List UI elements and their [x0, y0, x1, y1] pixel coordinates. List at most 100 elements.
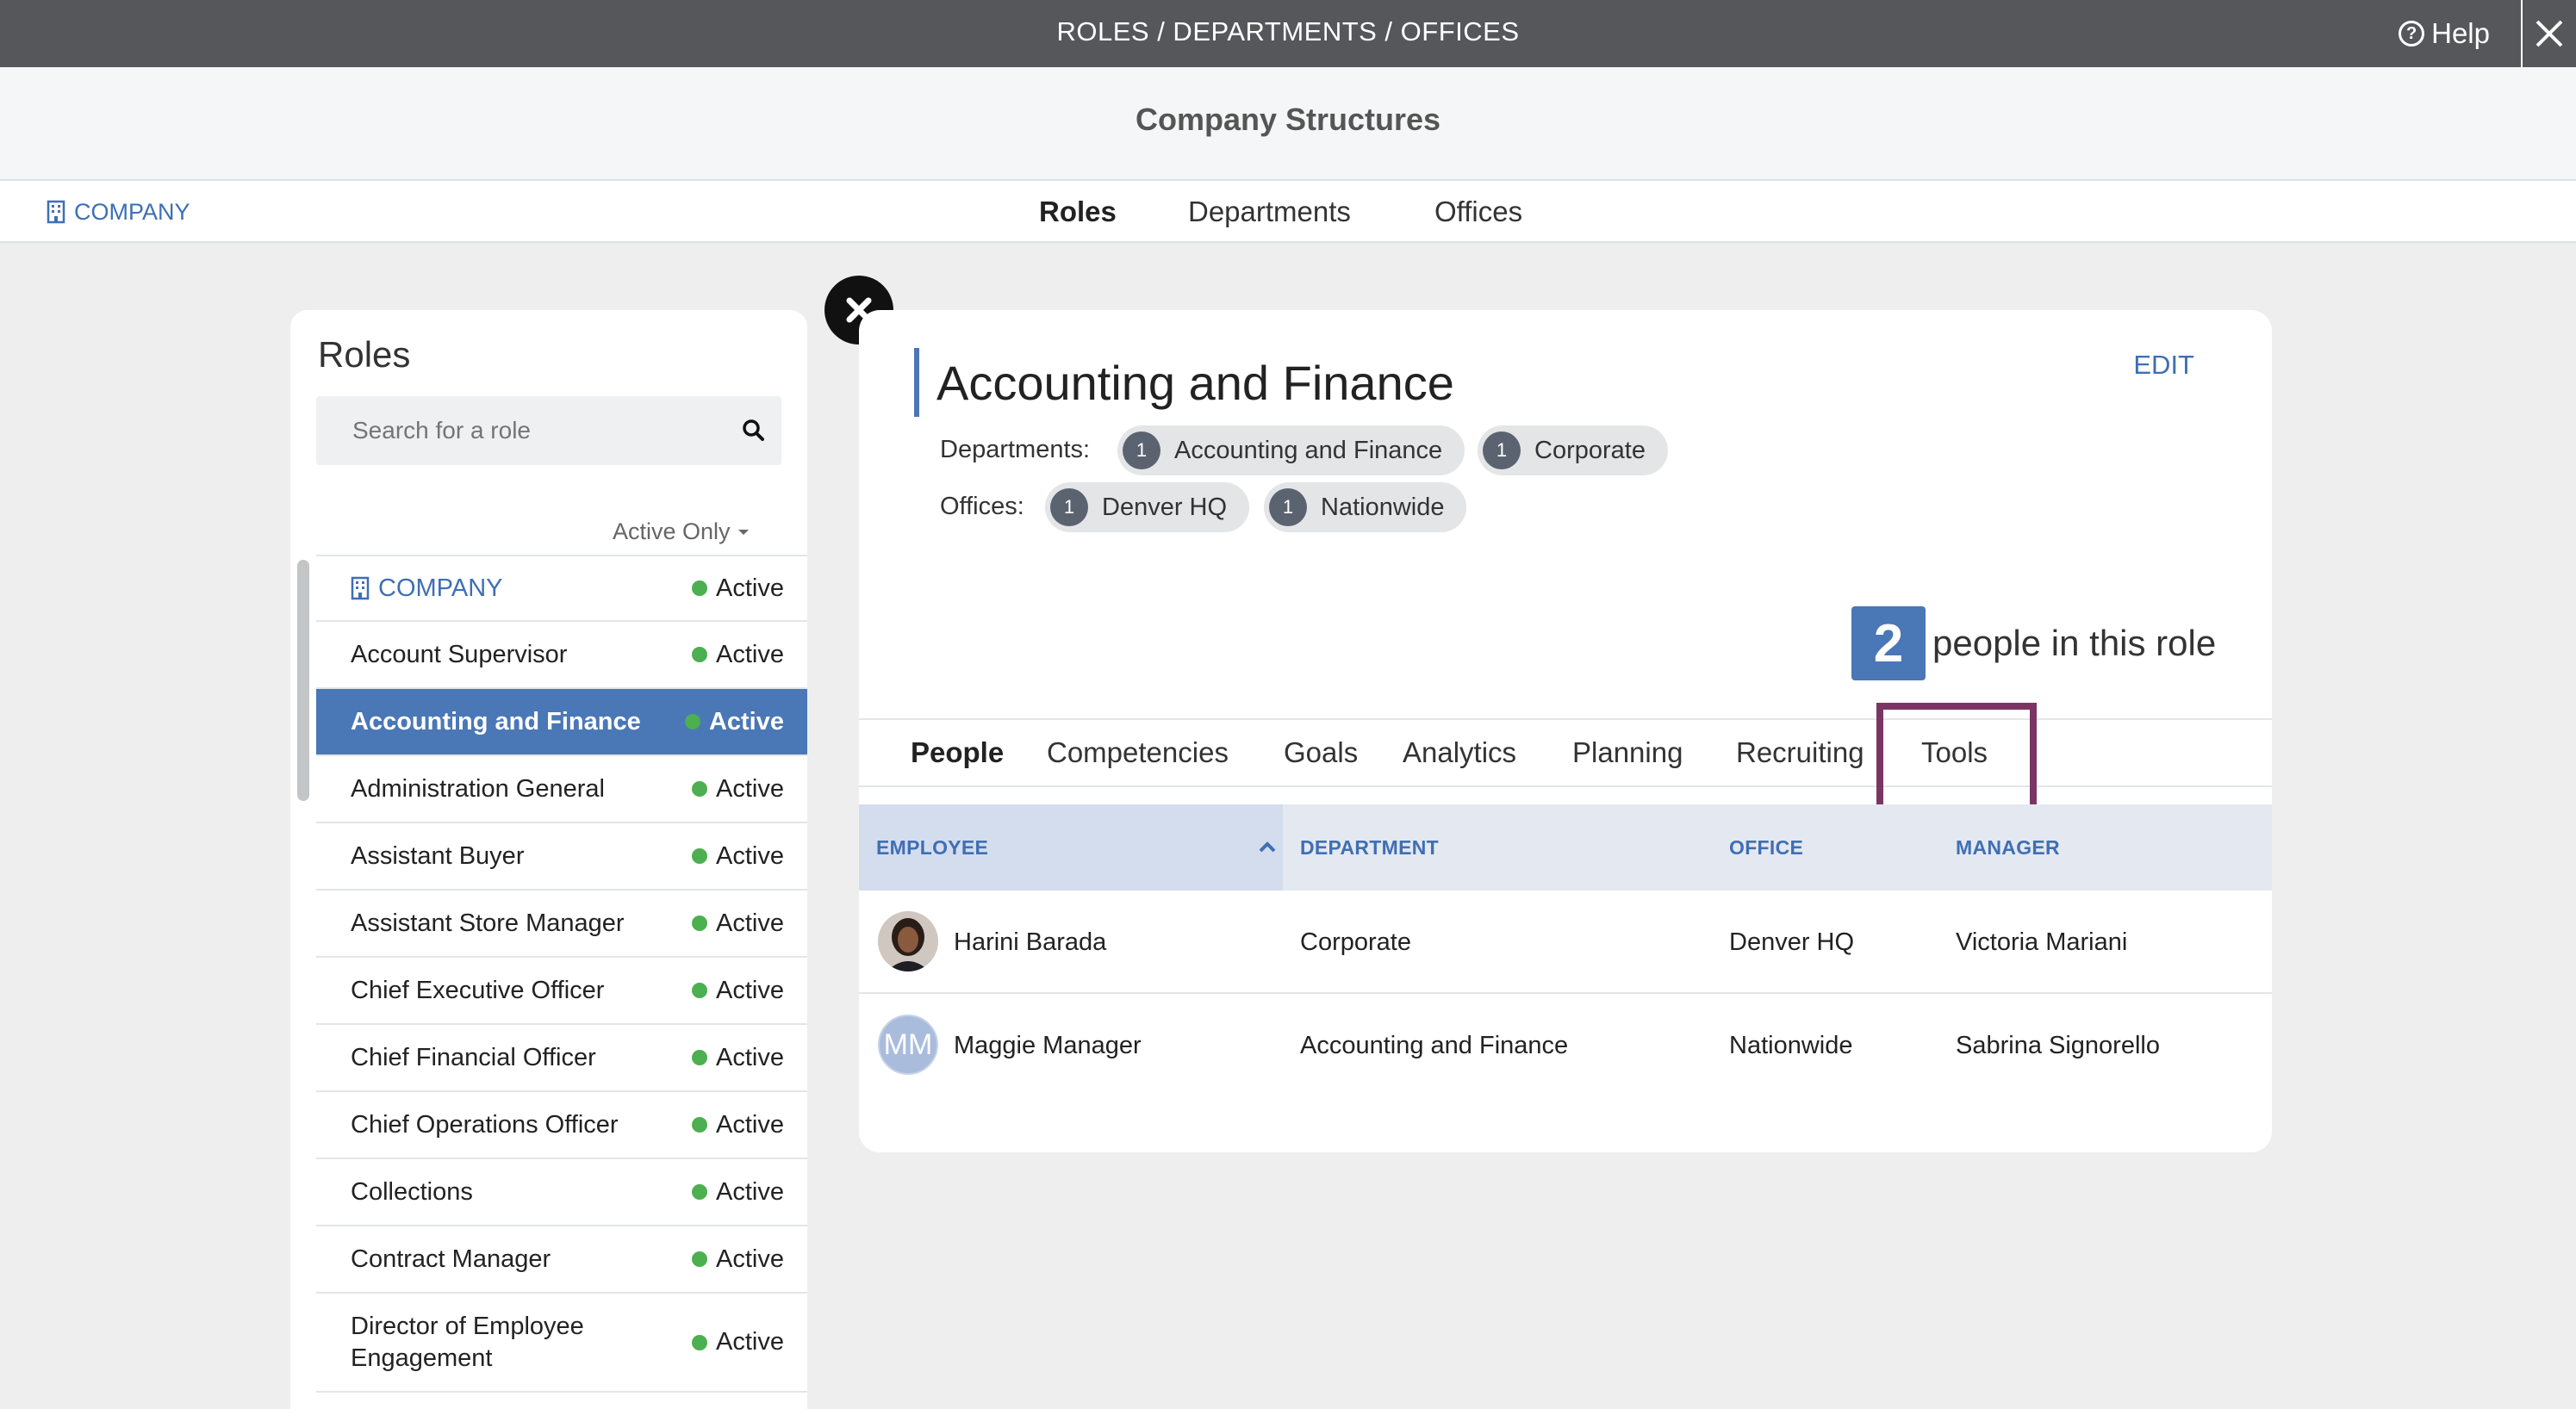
sort-ascending-icon[interactable] — [1257, 837, 1278, 858]
role-item-label: Assistant Buyer — [351, 841, 525, 870]
active-filter-dropdown[interactable]: Active Only — [613, 518, 750, 545]
employee-name[interactable]: Maggie Manager — [954, 994, 1142, 1097]
people-count-badge: 2 — [1851, 606, 1926, 680]
tab-people[interactable]: People — [911, 720, 1004, 787]
employee-office: Denver HQ — [1729, 928, 1855, 956]
help-label: Help — [2431, 17, 2490, 49]
tab-offices[interactable]: Offices — [1434, 181, 1522, 243]
status-badge: Active — [692, 977, 784, 1005]
role-item-label: Account Supervisor — [351, 640, 568, 668]
structure-nav: COMPANY Roles Departments Offices — [0, 181, 2576, 243]
department-pill[interactable]: 1 Corporate — [1478, 425, 1668, 475]
role-item-label: Chief Executive Officer — [351, 976, 605, 1004]
employee-department: Accounting and Finance — [1300, 1032, 1569, 1059]
status-dot — [684, 714, 700, 729]
column-header-department[interactable]: DEPARTMENT — [1300, 804, 1439, 891]
search-icon[interactable] — [737, 413, 771, 448]
role-item[interactable]: Chief Executive Officer Active — [316, 958, 807, 1025]
status-label: Active — [716, 841, 784, 870]
status-dot — [692, 983, 708, 998]
people-count: 2 people in this role — [1851, 606, 2216, 680]
roles-list: COMPANY Active Account Supervisor Active… — [316, 555, 807, 1393]
role-item[interactable]: Assistant Store Manager Active — [316, 891, 807, 958]
role-item[interactable]: Collections Active — [316, 1159, 807, 1226]
role-item[interactable]: Administration General Active — [316, 756, 807, 823]
offices-label: Offices: — [940, 493, 1024, 520]
role-search — [316, 396, 781, 465]
role-item[interactable]: Assistant Buyer Active — [316, 823, 807, 891]
status-label: Active — [716, 574, 784, 602]
count-badge: 1 — [1269, 488, 1307, 526]
office-pill[interactable]: 1 Denver HQ — [1045, 482, 1250, 532]
column-header-employee[interactable]: EMPLOYEE — [876, 804, 988, 891]
office-pill[interactable]: 1 Nationwide — [1264, 482, 1467, 532]
edit-button[interactable]: EDIT — [2133, 350, 2194, 381]
role-search-input[interactable] — [316, 396, 721, 465]
status-label: Active — [716, 774, 784, 803]
status-label: Active — [716, 1043, 784, 1071]
role-item-label: Accounting and Finance — [351, 707, 641, 736]
tab-roles[interactable]: Roles — [1039, 181, 1117, 243]
building-icon — [351, 576, 370, 600]
status-badge: Active — [692, 574, 784, 603]
status-dot — [692, 916, 708, 931]
role-item-label: Assistant Store Manager — [351, 909, 625, 937]
person-photo-icon — [878, 911, 938, 971]
tab-competencies[interactable]: Competencies — [1047, 720, 1229, 787]
office-pill-label: Denver HQ — [1102, 493, 1228, 521]
status-dot — [692, 1117, 708, 1133]
employee-department: Corporate — [1300, 928, 1411, 956]
employee-name[interactable]: Harini Barada — [954, 891, 1106, 994]
tab-recruiting[interactable]: Recruiting — [1736, 720, 1864, 787]
table-row[interactable]: Harini Barada Corporate Denver HQ Victor… — [859, 891, 2272, 994]
column-header-office[interactable]: OFFICE — [1729, 804, 1803, 891]
window-title: ROLES / DEPARTMENTS / OFFICES — [1056, 16, 1520, 47]
close-icon — [2536, 20, 2563, 47]
column-header-manager[interactable]: MANAGER — [1956, 804, 2060, 891]
role-item-selected[interactable]: Accounting and Finance Active — [316, 689, 807, 756]
role-item-company[interactable]: COMPANY Active — [316, 555, 807, 622]
role-item-label: Chief Operations Officer — [351, 1110, 619, 1139]
status-badge: Active — [692, 1111, 784, 1139]
tab-planning[interactable]: Planning — [1572, 720, 1683, 787]
status-dot — [692, 1334, 708, 1350]
status-dot — [692, 580, 708, 596]
table-row[interactable]: MM Maggie Manager Accounting and Finance… — [859, 994, 2272, 1097]
departments-label: Departments: — [940, 436, 1091, 463]
status-label: Active — [716, 1110, 784, 1139]
top-bar: ROLES / DEPARTMENTS / OFFICES ? Help — [0, 0, 2576, 67]
department-pill-label: Accounting and Finance — [1174, 436, 1443, 464]
role-item[interactable]: Director of Employee Engagement Active — [316, 1294, 807, 1393]
status-dot — [692, 1184, 708, 1200]
department-pill[interactable]: 1 Accounting and Finance — [1117, 425, 1465, 475]
title-accent-bar — [914, 348, 919, 417]
role-title: Accounting and Finance — [936, 356, 1454, 410]
status-label: Active — [716, 640, 784, 668]
tools-tab-highlight — [1876, 703, 2037, 816]
employee-manager: Victoria Mariani — [1956, 928, 2128, 956]
status-dot — [692, 1050, 708, 1065]
close-button[interactable] — [2523, 0, 2576, 67]
count-badge: 1 — [1050, 488, 1088, 526]
role-item[interactable]: Chief Operations Officer Active — [316, 1092, 807, 1159]
roles-scrollbar[interactable] — [297, 560, 309, 801]
role-item-label: COMPANY — [378, 574, 503, 602]
count-badge: 1 — [1483, 431, 1521, 469]
tab-analytics[interactable]: Analytics — [1403, 720, 1516, 787]
status-badge: Active — [692, 1044, 784, 1072]
roles-heading: Roles — [318, 334, 411, 375]
status-badge: Active — [692, 641, 784, 669]
role-item[interactable]: Contract Manager Active — [316, 1226, 807, 1294]
people-table-header: EMPLOYEE DEPARTMENT OFFICE MANAGER — [859, 804, 2272, 891]
help-button[interactable]: ? Help — [2399, 0, 2490, 67]
role-item[interactable]: Account Supervisor Active — [316, 622, 807, 689]
tab-goals[interactable]: Goals — [1284, 720, 1358, 787]
tab-departments[interactable]: Departments — [1188, 181, 1351, 243]
avatar — [878, 911, 938, 971]
page-header: Company Structures — [0, 67, 2576, 181]
status-dot — [692, 848, 708, 864]
status-dot — [692, 1251, 708, 1267]
role-item[interactable]: Chief Financial Officer Active — [316, 1025, 807, 1092]
people-count-text: people in this role — [1932, 623, 2217, 663]
status-label: Active — [708, 707, 784, 736]
